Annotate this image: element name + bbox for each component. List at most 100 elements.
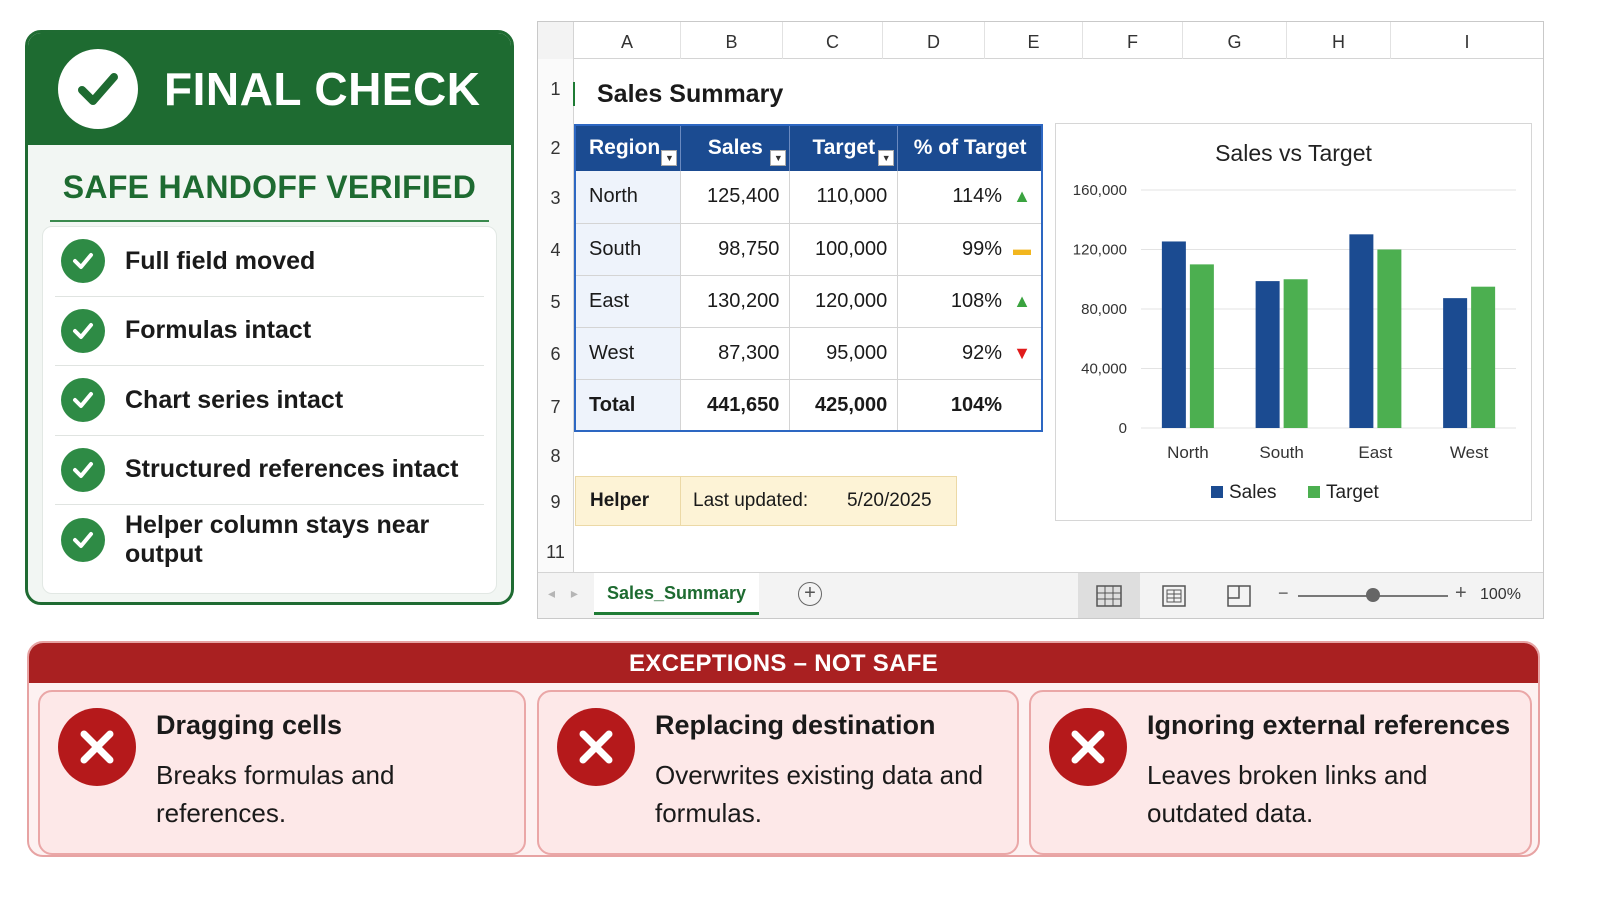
trend-up-icon: ▲: [1013, 186, 1031, 207]
row-header[interactable]: 6: [538, 344, 574, 365]
trend-down-icon: ▼: [1013, 342, 1031, 363]
table-cell[interactable]: 104%: [897, 379, 1043, 432]
zoom-level[interactable]: 100%: [1480, 586, 1521, 604]
table-cell[interactable]: 130,200: [680, 275, 791, 328]
table-cell[interactable]: 120,000: [789, 275, 899, 328]
table-cell[interactable]: North: [575, 171, 682, 224]
y-tick-label: 40,000: [1081, 361, 1127, 378]
row-header[interactable]: 2: [538, 138, 574, 159]
bar-target: [1189, 264, 1214, 428]
sheet-tab-bar: ◂ ▸ Sales_Summary + − + 100%: [538, 572, 1543, 618]
pct-value: 114%: [952, 185, 1002, 208]
zoom-in-button[interactable]: +: [1455, 582, 1467, 605]
row-header[interactable]: 5: [538, 292, 574, 313]
check-icon: [61, 308, 105, 353]
table-row: West 87,300 95,000 92% ▼: [575, 327, 1043, 380]
row-header[interactable]: 3: [538, 188, 574, 209]
sheet-tab-sales-summary[interactable]: Sales_Summary: [594, 573, 759, 615]
column-header[interactable]: D: [883, 22, 985, 59]
legend-label: Target: [1326, 482, 1380, 503]
sales-vs-target-chart[interactable]: Sales vs Target 0 40,000 80,000 120,000 160,…: [1055, 123, 1532, 521]
normal-view-icon[interactable]: [1078, 573, 1140, 618]
trend-flat-icon: ▬: [1013, 238, 1031, 259]
table-cell[interactable]: East: [575, 275, 682, 328]
table-cell[interactable]: 87,300: [680, 327, 791, 380]
row-header[interactable]: 11: [538, 542, 574, 563]
final-check-panel: FINAL CHECK SAFE HANDOFF VERIFIED Full f…: [25, 30, 514, 605]
column-header[interactable]: B: [681, 22, 783, 59]
x-tick-label: South: [1259, 443, 1303, 462]
zoom-slider-thumb[interactable]: [1366, 588, 1380, 602]
check-icon: [61, 378, 105, 423]
table-cell[interactable]: 441,650: [680, 379, 791, 432]
row-header[interactable]: 1: [538, 79, 574, 100]
sheet-title[interactable]: Sales Summary: [597, 80, 783, 109]
y-tick-label: 160,000: [1073, 182, 1127, 199]
column-header-cell[interactable]: Region ▼: [575, 124, 682, 171]
table-cell[interactable]: 125,400: [680, 171, 791, 224]
add-sheet-icon[interactable]: +: [798, 582, 822, 606]
table-cell[interactable]: 99% ▬: [897, 223, 1043, 276]
page-layout-view-icon[interactable]: [1143, 573, 1205, 618]
table-cell[interactable]: South: [575, 223, 682, 276]
x-circle-icon: [557, 708, 635, 786]
table-cell[interactable]: 108% ▲: [897, 275, 1043, 328]
row-header[interactable]: 7: [538, 397, 574, 418]
column-header[interactable]: F: [1083, 22, 1183, 59]
check-item-label: Formulas intact: [125, 316, 312, 345]
exceptions-panel: EXCEPTIONS – NOT SAFE Dragging cells Bre…: [27, 641, 1540, 857]
exception-card: Replacing destination Overwrites existin…: [537, 690, 1019, 855]
x-tick-label: East: [1358, 443, 1392, 462]
column-header[interactable]: G: [1183, 22, 1287, 59]
filter-dropdown-icon[interactable]: ▼: [661, 150, 678, 166]
zoom-out-button[interactable]: −: [1278, 583, 1289, 604]
page-break-view-icon[interactable]: [1208, 573, 1270, 618]
filter-dropdown-icon[interactable]: ▼: [878, 150, 895, 166]
helper-date-cell[interactable]: 5/20/2025: [841, 490, 932, 512]
column-header[interactable]: I: [1391, 22, 1543, 59]
x-circle-icon: [1049, 708, 1127, 786]
column-header[interactable]: A: [574, 22, 681, 59]
table-cell[interactable]: 100,000: [789, 223, 899, 276]
table-row: North 125,400 110,000 114% ▲: [575, 171, 1043, 224]
table-cell[interactable]: 110,000: [789, 171, 899, 224]
exceptions-header: EXCEPTIONS – NOT SAFE: [29, 643, 1538, 683]
table-cell[interactable]: 95,000: [789, 327, 899, 380]
cell-cursor: [573, 82, 575, 106]
helper-key-cell[interactable]: Last updated:: [681, 490, 841, 512]
helper-label-cell[interactable]: Helper: [576, 477, 681, 525]
table-cell[interactable]: 114% ▲: [897, 171, 1043, 224]
column-header-cell[interactable]: Target ▼: [789, 124, 899, 171]
zoom-slider[interactable]: [1298, 588, 1448, 602]
table-cell[interactable]: 92% ▼: [897, 327, 1043, 380]
pct-value: 108%: [950, 289, 1002, 312]
x-tick-label: West: [1450, 443, 1489, 462]
exception-title: Ignoring external references: [1147, 710, 1511, 740]
row-header[interactable]: 4: [538, 240, 574, 261]
bar-target: [1377, 249, 1402, 428]
row-header[interactable]: 9: [538, 492, 574, 513]
x-circle-icon: [58, 708, 136, 786]
table-row: South 98,750 100,000 99% ▬: [575, 223, 1043, 276]
column-header[interactable]: E: [985, 22, 1083, 59]
list-item: Full field moved: [55, 227, 484, 297]
select-all-corner[interactable]: [538, 22, 574, 59]
column-header[interactable]: C: [783, 22, 883, 59]
filter-dropdown-icon[interactable]: ▼: [770, 150, 787, 166]
column-header-cell[interactable]: % of Target: [897, 124, 1043, 171]
table-cell[interactable]: 425,000: [789, 379, 899, 432]
table-cell[interactable]: West: [575, 327, 682, 380]
sheet-nav-arrows-icon[interactable]: ◂ ▸: [548, 585, 584, 602]
check-icon: [61, 517, 105, 562]
table-row: East 130,200 120,000 108% ▲: [575, 275, 1043, 328]
column-header-cell[interactable]: Sales ▼: [680, 124, 791, 171]
table-total-row: Total 441,650 425,000 104%: [575, 379, 1043, 432]
table-cell[interactable]: Total: [575, 379, 682, 432]
pct-value: 99%: [961, 237, 1002, 260]
exception-description: Leaves broken links and outdated data.: [1147, 760, 1428, 828]
bar-sales: [1443, 298, 1468, 428]
check-icon: [61, 447, 105, 492]
table-cell[interactable]: 98,750: [680, 223, 791, 276]
row-header[interactable]: 8: [538, 446, 574, 467]
column-header[interactable]: H: [1287, 22, 1391, 59]
